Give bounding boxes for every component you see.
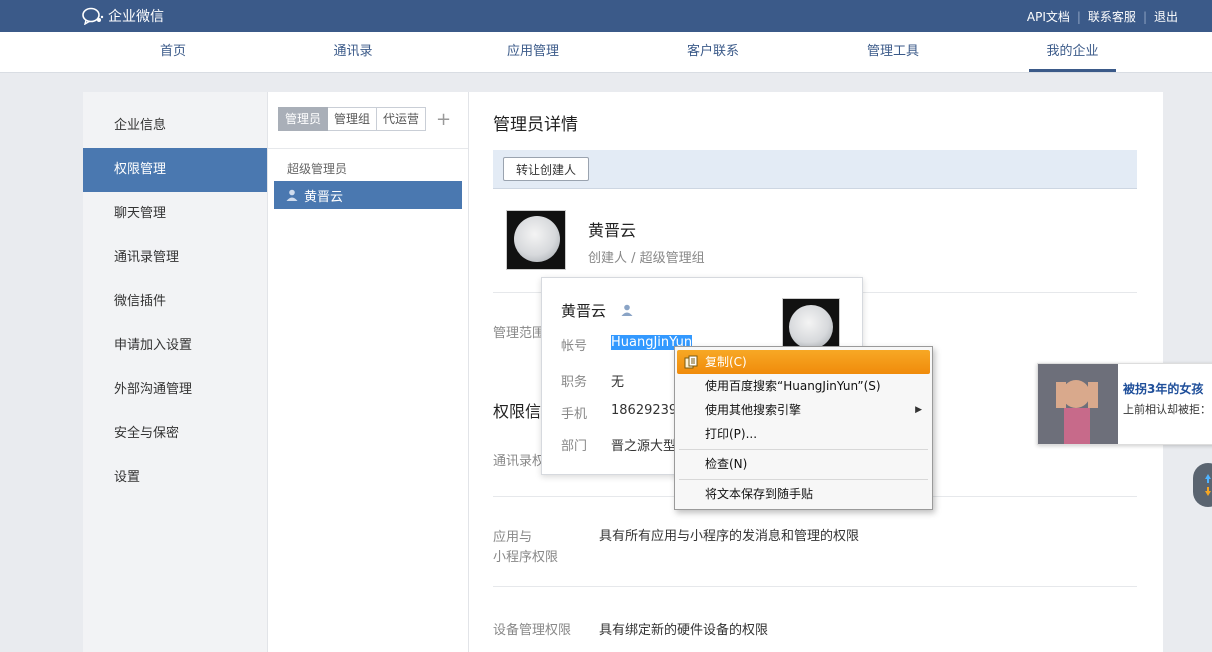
main-nav: 首页 通讯录 应用管理 客户联系 管理工具 我的企业 bbox=[0, 32, 1212, 73]
admin-tabs: 管理员 管理组 代运营 + bbox=[278, 107, 451, 131]
admin-name: 黄晋云 bbox=[304, 189, 344, 205]
nav-customer-contact[interactable]: 客户联系 bbox=[670, 32, 756, 72]
device-permission-label: 设备管理权限 bbox=[493, 623, 572, 638]
sidebar-item-settings[interactable]: 设置 bbox=[83, 456, 267, 500]
account-label: 帐号 bbox=[561, 339, 588, 354]
menu-item-baidu-search[interactable]: 使用百度搜索“HuangJinYun”(S) bbox=[677, 374, 930, 398]
sidebar-item-join-settings[interactable]: 申请加入设置 bbox=[83, 324, 267, 368]
menu-separator bbox=[679, 449, 928, 450]
avatar-image bbox=[789, 305, 833, 349]
separator: | bbox=[1076, 9, 1081, 24]
divider bbox=[493, 586, 1137, 587]
add-icon[interactable]: + bbox=[436, 109, 451, 130]
nav-home[interactable]: 首页 bbox=[142, 32, 204, 72]
avatar-image bbox=[514, 216, 560, 262]
scroll-widget[interactable] bbox=[1193, 463, 1212, 507]
separator: | bbox=[1142, 9, 1147, 24]
news-thumbnail-picture bbox=[1038, 364, 1118, 444]
device-permission-value: 具有绑定新的硬件设备的权限 bbox=[599, 623, 769, 638]
menu-item-save-note[interactable]: 将文本保存到随手贴 bbox=[677, 482, 930, 506]
page-title: 管理员详情 bbox=[493, 115, 578, 135]
sidebar: 企业信息 权限管理 聊天管理 通讯录管理 微信插件 申请加入设置 外部沟通管理 … bbox=[83, 92, 268, 652]
sidebar-item-external-comm[interactable]: 外部沟通管理 bbox=[83, 368, 267, 412]
news-popup[interactable]: 被拐3年的女孩 上前相认却被拒： bbox=[1037, 363, 1212, 445]
news-subtitle: 上前相认却被拒： bbox=[1123, 403, 1211, 416]
tab-admin-groups[interactable]: 管理组 bbox=[328, 107, 378, 131]
up-down-arrows-icon bbox=[1205, 474, 1211, 496]
profile-name-text: 黄晋云 bbox=[561, 302, 607, 320]
contact-support-link[interactable]: 联系客服 bbox=[1088, 8, 1136, 25]
transfer-creator-button[interactable]: 转让创建人 bbox=[503, 157, 590, 181]
admin-detail-name: 黄晋云 bbox=[588, 221, 637, 240]
sidebar-item-contacts-management[interactable]: 通讯录管理 bbox=[83, 236, 267, 280]
phone-label: 手机 bbox=[561, 407, 588, 422]
profile-name: 黄晋云 bbox=[561, 300, 633, 321]
menu-item-other-search[interactable]: 使用其他搜索引擎 ▶ bbox=[677, 398, 930, 422]
sidebar-item-chat-management[interactable]: 聊天管理 bbox=[83, 192, 267, 236]
nav-my-enterprise[interactable]: 我的企业 bbox=[1029, 32, 1116, 72]
chat-bubble-logo-icon bbox=[82, 7, 104, 25]
logout-link[interactable]: 退出 bbox=[1154, 8, 1178, 25]
copy-icon bbox=[684, 355, 698, 369]
position-label: 职务 bbox=[561, 375, 588, 390]
menu-item-label: 使用其他搜索引擎 bbox=[705, 403, 802, 417]
super-admin-label: 超级管理员 bbox=[287, 162, 348, 176]
nav-app-management[interactable]: 应用管理 bbox=[490, 32, 576, 72]
nav-contacts[interactable]: 通讯录 bbox=[316, 32, 390, 72]
phone-value: 18629239 bbox=[611, 403, 678, 418]
user-icon bbox=[621, 304, 633, 316]
department-label: 部门 bbox=[561, 439, 588, 454]
app-logo[interactable]: 企业微信 bbox=[82, 6, 164, 26]
top-bar: 企业微信 API文档 | 联系客服 | 退出 bbox=[0, 0, 1212, 32]
app-name: 企业微信 bbox=[108, 9, 164, 25]
menu-separator bbox=[679, 479, 928, 480]
api-docs-link[interactable]: API文档 bbox=[1027, 8, 1070, 25]
admin-role: 创建人 / 超级管理组 bbox=[588, 251, 705, 266]
submenu-arrow-icon: ▶ bbox=[915, 405, 922, 415]
menu-item-print[interactable]: 打印(P)... bbox=[677, 422, 930, 446]
position-value: 无 bbox=[611, 375, 625, 390]
tab-operators[interactable]: 代运营 bbox=[377, 107, 427, 131]
sidebar-item-enterprise-info[interactable]: 企业信息 bbox=[83, 104, 267, 148]
contacts-permission-label: 通讯录权 bbox=[493, 454, 546, 469]
sidebar-item-security[interactable]: 安全与保密 bbox=[83, 412, 267, 456]
app-permission-label-2: 小程序权限 bbox=[493, 550, 559, 565]
action-bar: 转让创建人 bbox=[493, 150, 1137, 189]
context-menu: 复制(C) 使用百度搜索“HuangJinYun”(S) 使用其他搜索引擎 ▶ … bbox=[674, 346, 933, 510]
app-permission-value: 具有所有应用与小程序的发消息和管理的权限 bbox=[599, 529, 860, 544]
admin-list-panel: 管理员 管理组 代运营 + 超级管理员 黄晋云 bbox=[268, 92, 469, 652]
tab-admins[interactable]: 管理员 bbox=[278, 107, 329, 131]
menu-item-label: 复制(C) bbox=[705, 355, 747, 369]
top-links: API文档 | 联系客服 | 退出 bbox=[1027, 8, 1178, 25]
menu-item-copy[interactable]: 复制(C) bbox=[677, 350, 930, 374]
user-icon bbox=[286, 189, 298, 201]
divider bbox=[268, 148, 468, 149]
news-title[interactable]: 被拐3年的女孩 bbox=[1123, 380, 1203, 397]
scope-label: 管理范围 bbox=[493, 326, 546, 341]
sidebar-item-wechat-plugin[interactable]: 微信插件 bbox=[83, 280, 267, 324]
department-value: 晋之源大型 bbox=[611, 439, 677, 454]
app-permission-label: 应用与 bbox=[493, 530, 533, 545]
admin-list-item[interactable]: 黄晋云 bbox=[274, 181, 462, 209]
avatar bbox=[506, 210, 566, 270]
news-thumbnail bbox=[1038, 364, 1118, 444]
sidebar-item-permissions[interactable]: 权限管理 bbox=[83, 148, 267, 192]
nav-management-tools[interactable]: 管理工具 bbox=[850, 32, 936, 72]
menu-item-inspect[interactable]: 检查(N) bbox=[677, 452, 930, 476]
